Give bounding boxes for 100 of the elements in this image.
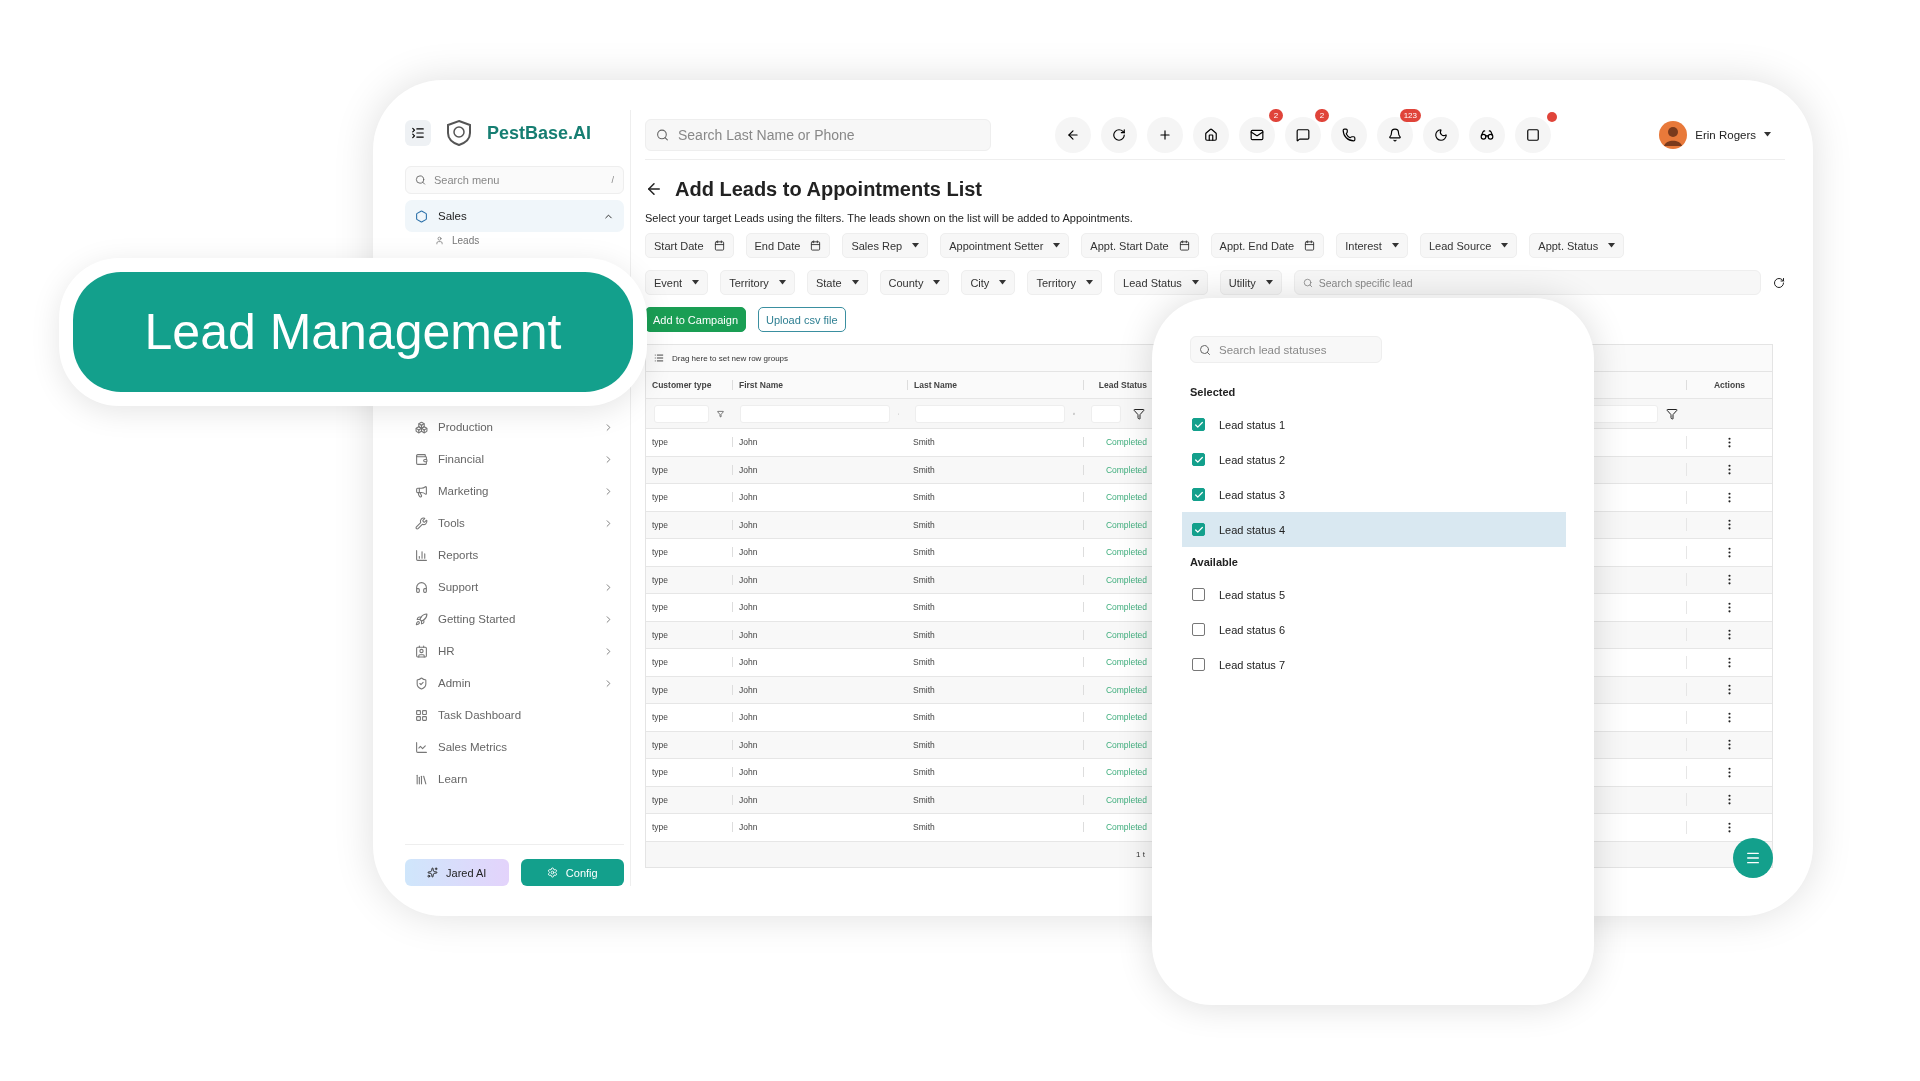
caret-icon (851, 280, 859, 285)
filter-dropdown[interactable]: Lead Source (1419, 233, 1518, 258)
date-filter[interactable]: Start Date (645, 233, 734, 258)
sidebar-toggle-button[interactable] (405, 120, 431, 146)
square-button[interactable] (1515, 116, 1551, 153)
sidebar-item[interactable]: Getting Started (405, 603, 624, 635)
checkbox[interactable] (1192, 623, 1205, 636)
date-filter[interactable]: Appt. Start Date (1081, 233, 1199, 258)
chat-button[interactable] (1285, 116, 1321, 153)
table-cell: John (732, 437, 907, 448)
table-cell-text: Smith (912, 547, 936, 558)
table-cell: John (732, 519, 907, 530)
lead-search-field[interactable]: Search specific lead (1293, 270, 1761, 295)
sidebar-item[interactable]: Tools (405, 507, 624, 539)
table-cell: John (732, 684, 907, 695)
search-field[interactable]: Search Last Name or Phone (645, 118, 991, 151)
table-cell-text: Smith (912, 492, 936, 503)
caret-icon (1501, 243, 1509, 248)
count-badge: 2 (1315, 108, 1329, 122)
filter-dropdown[interactable]: City (961, 270, 1016, 295)
sidebar-subitem[interactable]: Leads (405, 232, 480, 249)
caret-icon (1191, 280, 1199, 285)
column-header[interactable]: Customer type (646, 380, 732, 390)
sidebar-item[interactable]: Marketing (405, 475, 624, 507)
checkbox[interactable] (1192, 488, 1205, 501)
sidebar-item[interactable]: Learn (405, 763, 624, 795)
mail-button[interactable] (1239, 116, 1275, 153)
sidebar-item[interactable]: Sales (405, 200, 624, 232)
filter-dropdown[interactable]: Appt. Status (1529, 233, 1625, 258)
chat-icon (1296, 127, 1310, 142)
status-search-field[interactable]: Search lead statuses (1190, 336, 1382, 363)
filter-dropdown[interactable]: County (879, 270, 950, 295)
filter-dropdown[interactable]: Interest (1336, 233, 1408, 258)
refresh-button[interactable] (1101, 116, 1137, 153)
status-option[interactable]: Lead status 7 (1182, 647, 1566, 682)
date-filter[interactable]: End Date (745, 233, 831, 258)
table-cell: John (732, 547, 907, 558)
table-cell: John (732, 464, 907, 475)
filter-dropdown[interactable]: Territory (1027, 270, 1103, 295)
filter-dropdown[interactable]: Utility (1219, 270, 1282, 295)
checkbox[interactable] (1192, 523, 1205, 536)
column-header[interactable]: First Name (732, 380, 907, 390)
filter-dropdown[interactable]: Territory (720, 270, 795, 295)
column-header[interactable]: Actions (1686, 380, 1772, 390)
upload-button[interactable]: Upload csv file (758, 307, 846, 332)
collapse-icon (411, 126, 425, 140)
shortcut-key: / (611, 175, 614, 185)
back-button[interactable] (1055, 116, 1091, 153)
status-option[interactable]: Lead status 2 (1182, 442, 1566, 477)
checkbox[interactable] (1192, 588, 1205, 601)
filter-dropdown[interactable]: Event (645, 270, 709, 295)
sidebar-item[interactable]: Financial (405, 443, 624, 475)
badge-icon (415, 644, 428, 658)
table-cell-text: type (651, 547, 670, 558)
checkbox[interactable] (1192, 453, 1205, 466)
status-option[interactable]: Lead status 1 (1182, 407, 1566, 442)
table-cell: John (732, 602, 907, 613)
ai-assistant-button[interactable]: Jared AI (405, 859, 509, 886)
home-button[interactable] (1193, 116, 1229, 153)
plus-button[interactable] (1147, 116, 1183, 153)
check-icon (1193, 454, 1204, 465)
sidebar-item[interactable]: HR (405, 635, 624, 667)
moon-button[interactable] (1423, 116, 1459, 153)
table-cell-text: type (651, 657, 670, 668)
sidebar-item[interactable]: Sales Metrics (405, 731, 624, 763)
caret-icon[interactable] (1764, 132, 1771, 137)
filter-dropdown[interactable]: State (806, 270, 868, 295)
caret-icon (999, 280, 1007, 285)
sidebar-item[interactable]: Task Dashboard (405, 699, 624, 731)
avatar (1659, 120, 1688, 149)
sidebar-item[interactable]: Admin (405, 667, 624, 699)
refresh-icon[interactable] (1773, 276, 1785, 289)
status-option[interactable]: Lead status 6 (1182, 612, 1566, 647)
caret-icon (933, 280, 941, 285)
status-option[interactable]: Lead status 3 (1182, 477, 1566, 512)
filter-dropdown[interactable]: Appointment Setter (940, 233, 1070, 258)
checkbox[interactable] (1192, 418, 1205, 431)
checkbox[interactable] (1192, 658, 1205, 671)
table-cell-text: type (651, 464, 670, 475)
megaphone-icon (415, 484, 428, 498)
hexagon-icon (415, 209, 428, 223)
filter-dropdown[interactable]: Sales Rep (842, 233, 929, 258)
sidebar-item[interactable]: Support (405, 571, 624, 603)
filter-dropdown[interactable]: Lead Status (1114, 270, 1208, 295)
search-icon (415, 174, 426, 186)
table-cell-text: type (651, 574, 670, 585)
sidebar-item[interactable]: Production (405, 411, 624, 443)
phone-button[interactable] (1331, 116, 1367, 153)
list-icon (654, 353, 664, 363)
glasses-button[interactable] (1469, 116, 1505, 153)
glasses-icon (1480, 127, 1494, 142)
user-name: Erin Rogers (1695, 128, 1756, 141)
brand-name: PestBase.AI (487, 122, 592, 144)
bell-button[interactable] (1377, 116, 1413, 153)
shield-logo-icon (445, 119, 473, 147)
date-filter[interactable]: Appt. End Date (1210, 233, 1325, 258)
column-header[interactable]: Last Name (907, 380, 1083, 390)
sidebar-item[interactable]: Reports (405, 539, 624, 571)
status-option[interactable]: Lead status 4 (1182, 512, 1566, 547)
status-option[interactable]: Lead status 5 (1182, 577, 1566, 612)
